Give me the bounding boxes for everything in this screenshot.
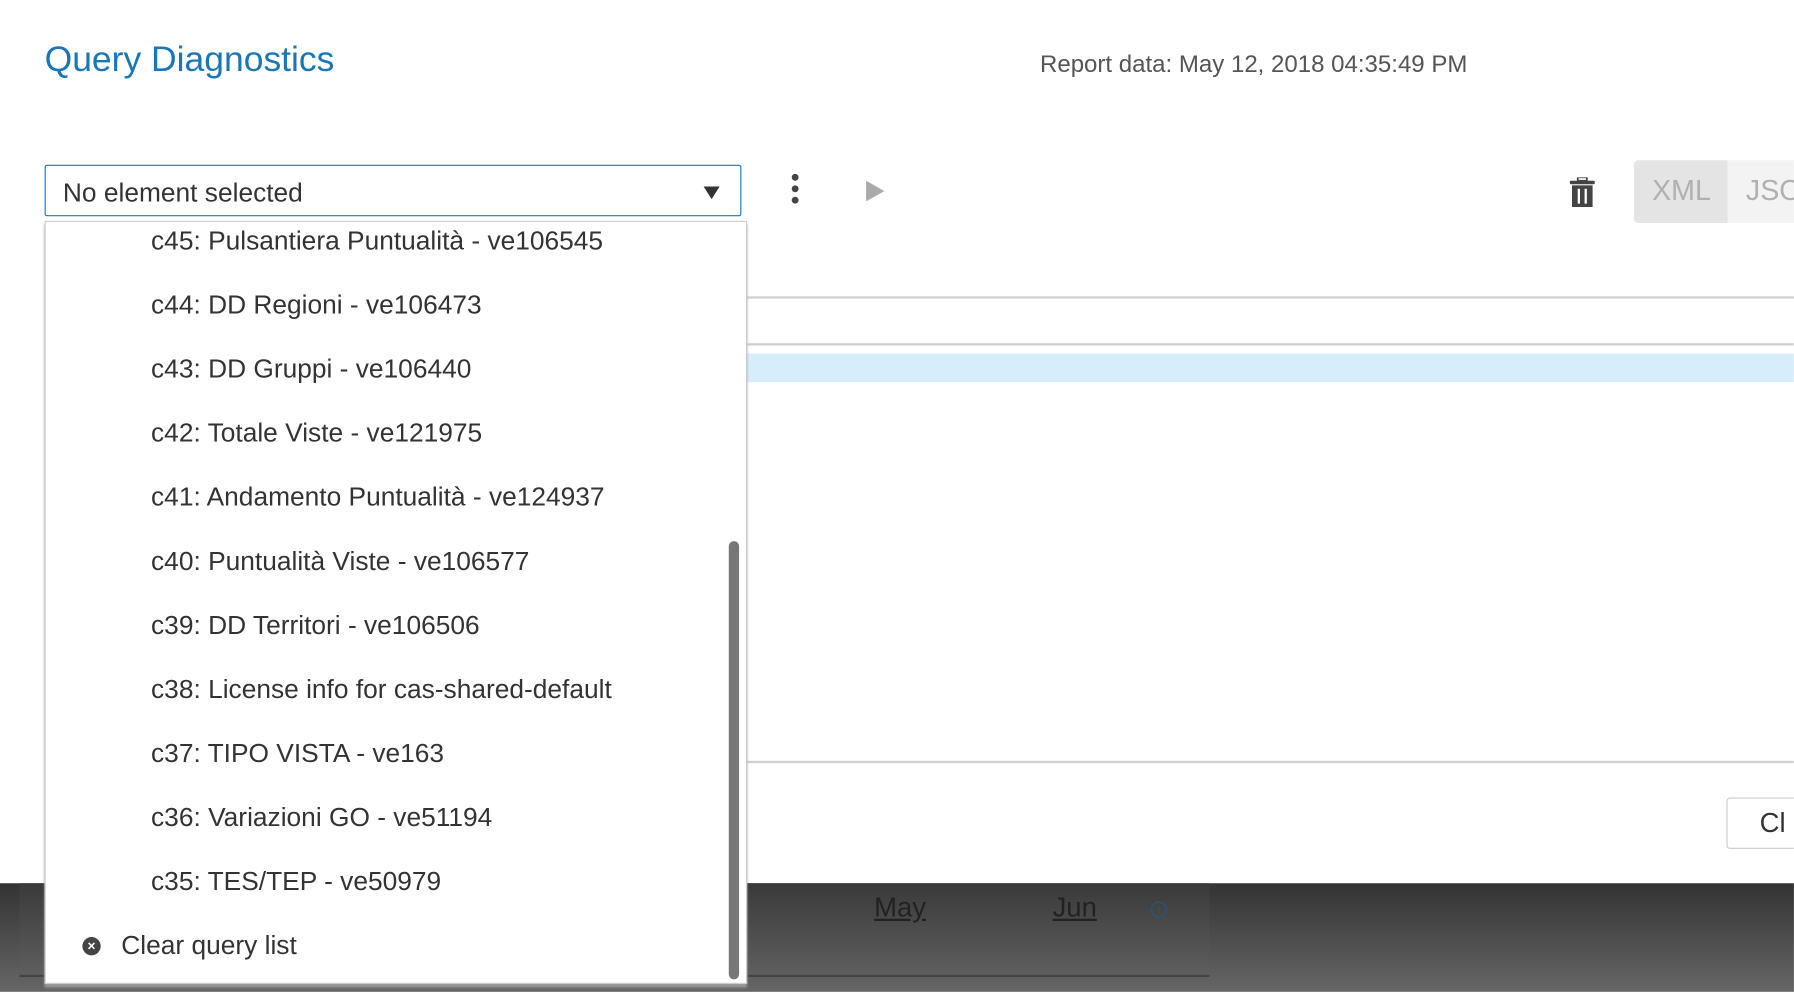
list-item[interactable]: c44: DD Regioni - ve106473 (151, 289, 482, 320)
selected-row[interactable] (747, 353, 1794, 383)
query-diagnostics-dialog: Query Diagnostics Report data: May 12, 2… (0, 0, 1794, 992)
info-icon[interactable]: i (1150, 901, 1167, 918)
xml-toggle-button[interactable]: XML (1633, 160, 1728, 224)
query-dropdown-list: c45: Pulsantiera Puntualità - ve106545 c… (44, 220, 748, 984)
month-link-jun[interactable]: Jun (1053, 892, 1097, 924)
element-select[interactable]: No element selected (44, 164, 742, 217)
divider (747, 296, 1794, 299)
select-value: No element selected (62, 177, 303, 208)
format-toggle: XML JSO (1633, 160, 1794, 224)
report-date: Report data: May 12, 2018 04:35:49 PM (1039, 51, 1468, 78)
trash-icon[interactable] (1569, 177, 1595, 208)
list-item[interactable]: c43: DD Gruppi - ve106440 (151, 354, 471, 385)
month-link-may[interactable]: May (874, 892, 926, 924)
chevron-down-icon (703, 186, 720, 200)
close-circle-icon: × (82, 936, 101, 955)
list-item[interactable]: c40: Puntualità Viste - ve106577 (151, 546, 529, 577)
list-item[interactable]: c37: TIPO VISTA - ve163 (151, 738, 444, 769)
clear-query-list-button[interactable]: × Clear query list (82, 930, 297, 961)
more-options-icon[interactable] (789, 173, 800, 211)
list-item[interactable]: c42: Totale Viste - ve121975 (151, 418, 482, 449)
clear-query-list-label: Clear query list (121, 930, 297, 960)
play-icon[interactable] (866, 180, 885, 202)
json-toggle-button[interactable]: JSO (1727, 160, 1794, 224)
divider (747, 343, 1794, 346)
list-item[interactable]: c41: Andamento Puntualità - ve124937 (151, 482, 605, 513)
list-item[interactable]: c38: License info for cas-shared-default (151, 674, 612, 705)
close-button[interactable]: Cl (1726, 797, 1794, 849)
list-item[interactable]: c35: TES/TEP - ve50979 (151, 866, 441, 897)
list-item[interactable]: c36: Variazioni GO - ve51194 (151, 802, 492, 833)
list-item[interactable]: c39: DD Territori - ve106506 (151, 610, 480, 641)
divider (747, 760, 1794, 764)
scrollbar[interactable] (728, 541, 740, 980)
page-title: Query Diagnostics (44, 38, 335, 79)
close-button-label: Cl (1759, 807, 1786, 839)
list-item[interactable]: c45: Pulsantiera Puntualità - ve106545 (151, 225, 603, 256)
